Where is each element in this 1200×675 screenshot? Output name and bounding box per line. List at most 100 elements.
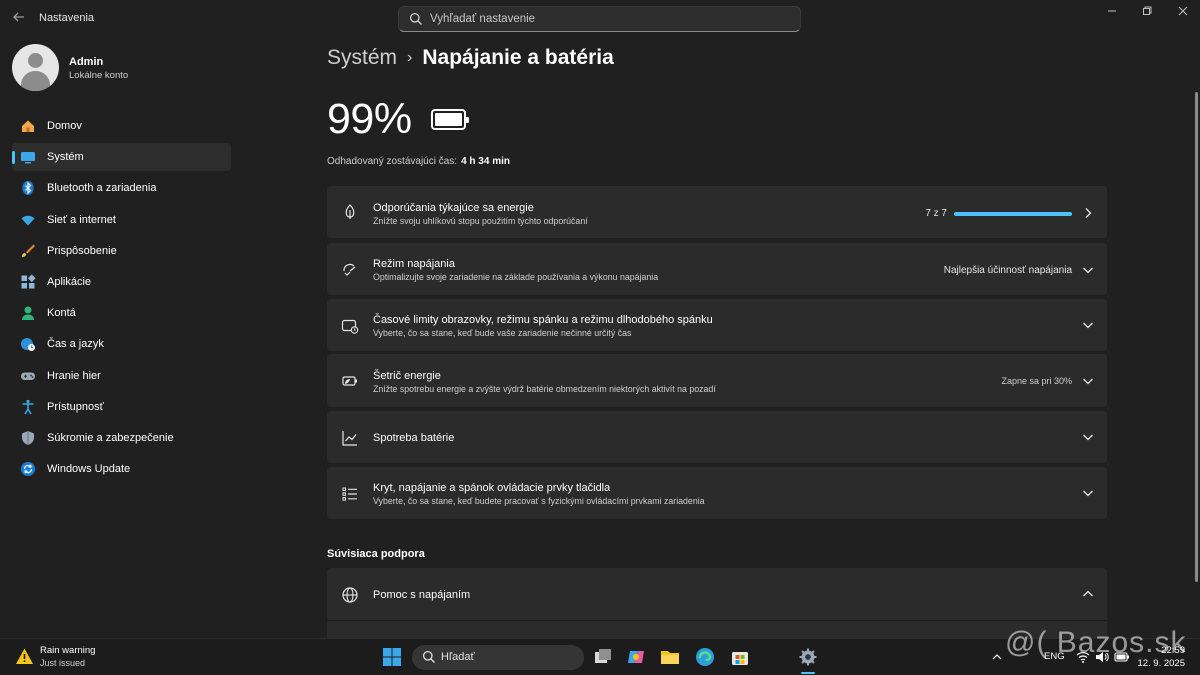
close-button[interactable] [1176,6,1190,20]
power-mode-icon [343,263,356,276]
sidebar-item-label: Aplikácie [47,275,92,288]
battery-percentage: 99% [327,95,412,143]
sidebar-item-label: Hranie hier [47,369,101,382]
sidebar-item-personalization[interactable]: Prispôsobenie [12,237,231,265]
sidebar-item-label: Prispôsobenie [47,244,117,257]
store-icon[interactable] [730,647,750,667]
card-title: Režim napájania [373,258,455,270]
sidebar-item-label: Systém [47,151,84,164]
recommendations-count: 7 z 7 [925,208,947,219]
sidebar-item-privacy[interactable]: Súkromie a zabezpečenie [12,424,231,452]
power-help-card[interactable]: Pomoc s napájaním [327,568,1107,638]
screen-sleep-timeouts-card[interactable]: Časové limity obrazovky, režimu spánku a… [327,299,1107,351]
chevron-up-icon[interactable] [991,651,1003,663]
sidebar-item-label: Bluetooth a zariadenia [47,182,157,195]
search-icon [422,650,435,663]
active-app-indicator [801,672,815,674]
taskbar-search-input[interactable]: Hľadať [412,645,584,670]
system-icon [21,152,35,164]
accessibility-icon [22,399,34,415]
file-explorer-icon[interactable] [660,647,680,667]
power-mode-card[interactable]: Režim napájania Optimalizujte svoje zari… [327,243,1107,295]
arrow-left-icon [13,12,24,22]
recommendations-progress [954,212,1072,216]
taskbar-search-placeholder: Hľadať [441,651,475,663]
settings-window: Nastavenia Vyhľadať nastavenie Admin Lok… [0,0,1200,638]
sidebar-item-home[interactable]: Domov [12,112,231,140]
breadcrumb: Systém › Napájanie a batéria [327,46,614,70]
shield-icon [22,430,34,445]
search-placeholder: Vyhľadať nastavenie [430,13,536,25]
settings-search-input[interactable]: Vyhľadať nastavenie [398,6,801,32]
progress-fill [954,212,1072,216]
energy-recommendations-card[interactable]: Odporúčania týkajúce sa energie Znížte s… [327,186,1107,238]
close-icon [1178,6,1188,16]
card-title: Pomoc s napájaním [373,589,471,601]
sidebar-item-label: Kontá [47,307,76,320]
sidebar-item-label: Sieť a internet [47,213,116,226]
breadcrumb-parent[interactable]: Systém [327,46,397,69]
title-bar: Nastavenia Vyhľadať nastavenie [0,0,1200,38]
minimize-icon [1108,10,1116,12]
sidebar-item-accounts[interactable]: Kontá [12,299,231,327]
energy-saver-card[interactable]: Šetrič energie Znížte spotrebu energie a… [327,354,1107,407]
avatar-body [21,71,50,91]
sidebar-item-system[interactable]: Systém [12,143,231,172]
edge-icon[interactable] [695,647,715,667]
copilot-icon[interactable] [626,647,646,667]
profile-name: Admin [69,56,104,68]
start-icon[interactable] [382,647,402,667]
scrollbar[interactable] [1195,92,1198,582]
battery-tip [466,117,469,123]
power-mode-select[interactable]: Najlepšia účinnosť napájania [944,265,1072,276]
estimate-label: Odhadovaný zostávajúci čas: [327,156,458,167]
sidebar-item-gaming[interactable]: Hranie hier [12,362,231,390]
minimize-button[interactable] [1105,6,1119,20]
breadcrumb-separator: › [407,49,413,66]
chevron-right-icon [1085,208,1092,218]
maximize-button[interactable] [1140,6,1154,20]
sidebar-item-network[interactable]: Sieť a internet [12,206,231,234]
chevron-down-icon [1083,267,1093,274]
home-icon [22,120,34,132]
energy-saver-status: Zapne sa pri 30% [1001,376,1072,386]
avatar[interactable] [12,44,59,91]
sidebar-item-label: Domov [47,120,82,132]
chevron-down-icon [1083,378,1093,385]
battery-usage-card[interactable]: Spotreba batérie [327,411,1107,463]
sidebar-item-label: Čas a jazyk [47,338,104,351]
chevron-down-icon [1083,490,1093,497]
weather-subtitle: Just issued [40,658,86,668]
card-subtitle: Vyberte, čo sa stane, keď budete pracova… [373,496,705,506]
avatar-head [28,53,43,68]
card-subtitle: Znížte svoju uhlíkovú stopu použitím týc… [373,216,588,226]
watermark: @( Bazos.sk [1005,626,1187,659]
sidebar-item-label: Súkromie a zabezpečenie [47,431,174,444]
battery-level-fill [435,113,462,126]
back-button[interactable] [10,10,28,28]
screen-sleep-icon [341,319,359,334]
battery-icon [431,109,469,130]
lid-power-buttons-card[interactable]: Kryt, napájanie a spánok ovládacie prvky… [327,467,1107,519]
sidebar-item-label: Windows Update [47,463,131,476]
task-view-icon[interactable] [593,647,613,667]
search-icon [409,12,422,25]
chevron-up-icon [1083,590,1093,597]
divider [327,620,1107,621]
card-title: Šetrič energie [373,370,441,382]
restore-icon [1143,6,1152,15]
sidebar-item-windows-update[interactable]: Windows Update [12,455,231,483]
apps-icon [21,274,36,289]
sidebar-item-bluetooth[interactable]: Bluetooth a zariadenia [12,174,231,202]
weather-title[interactable]: Rain warning [40,645,95,656]
globe-clock-icon [21,338,35,352]
app-title: Nastavenia [39,12,95,24]
bluetooth-icon [22,181,34,196]
settings-gear-icon[interactable] [798,647,818,667]
sidebar-item-apps[interactable]: Aplikácie [12,268,231,296]
sidebar-item-time-language[interactable]: Čas a jazyk [12,330,231,358]
card-subtitle: Optimalizujte svoje zariadenie na základ… [373,272,659,282]
wifi-icon [21,215,35,226]
globe-icon [342,587,358,603]
sidebar-item-accessibility[interactable]: Prístupnosť [12,393,231,421]
